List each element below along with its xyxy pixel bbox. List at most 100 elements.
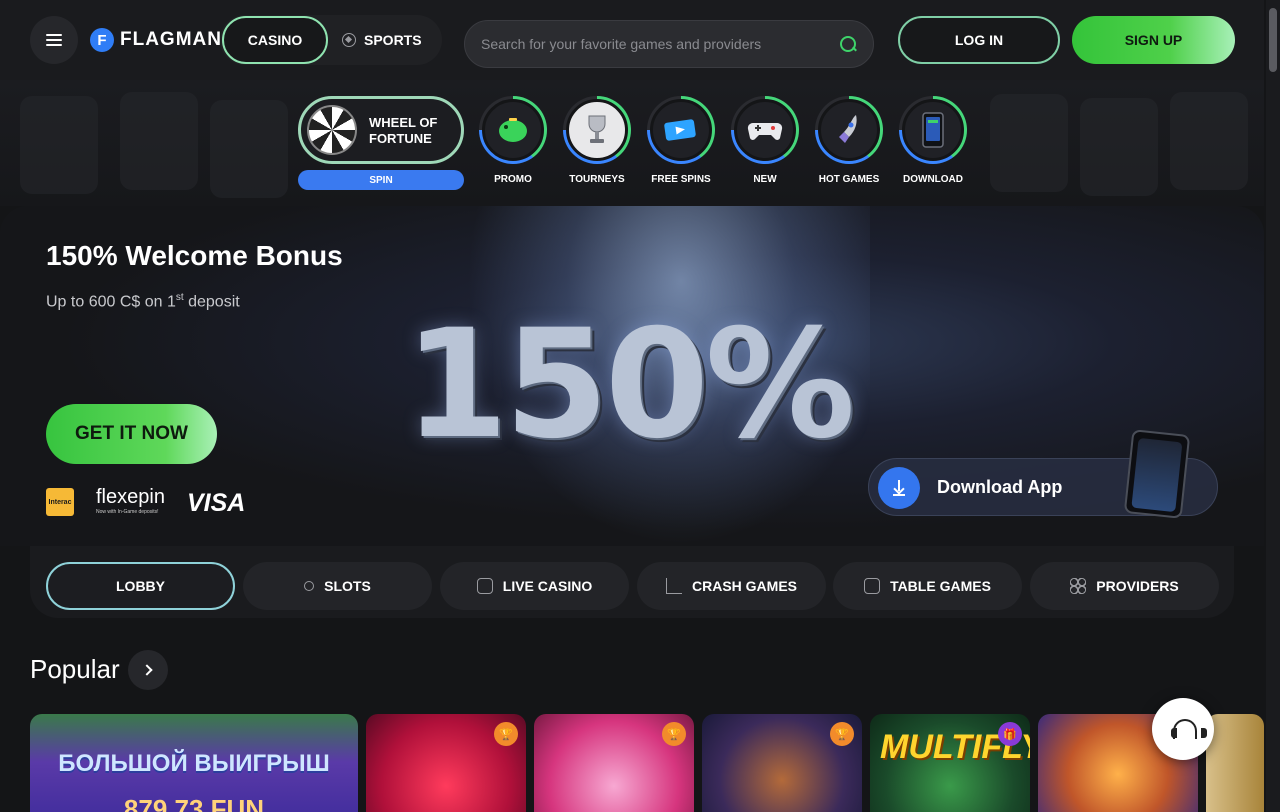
logo-text: FLAGMAN (120, 29, 222, 50)
quick-link-label: DOWNLOAD (903, 174, 963, 185)
category-slots[interactable]: SLOTS (243, 562, 432, 610)
search-bar (464, 20, 874, 68)
subtitle-prefix: Up to 600 C$ on 1 (46, 293, 176, 311)
game-card[interactable]: 🏆 (534, 714, 694, 812)
welcome-bonus-banner[interactable]: 150% Welcome Bonus Up to 600 C$ on 1st d… (0, 206, 1264, 546)
search-input[interactable] (481, 36, 839, 52)
spin-button[interactable]: SPIN (298, 170, 464, 190)
game-card[interactable]: БОЛЬШОЙ ВЫИГРЫШ 879.73 FUN (30, 714, 358, 812)
category-label: SLOTS (324, 578, 371, 594)
game-card[interactable]: MULTIFLY! 🎁 (870, 714, 1030, 812)
category-label: CRASH GAMES (691, 578, 797, 594)
interac-logo: Interac (46, 488, 74, 516)
mode-switch: CASINO SPORTS (220, 15, 442, 65)
subtitle-suffix: deposit (183, 293, 240, 311)
dice-icon (864, 578, 881, 594)
scrollbar-thumb[interactable] (1269, 8, 1277, 72)
gamepad-icon (747, 122, 783, 140)
ring-inner (902, 99, 964, 161)
ring (563, 96, 631, 164)
ring (815, 96, 883, 164)
popular-see-all-button[interactable] (128, 650, 168, 690)
hamburger-icon (46, 34, 62, 46)
category-lobby[interactable]: LOBBY (46, 562, 235, 610)
get-it-now-button[interactable]: GET IT NOW (46, 404, 217, 464)
quick-link-label: PROMO (494, 174, 532, 185)
category-table-games[interactable]: TABLE GAMES (833, 562, 1022, 610)
support-chat-button[interactable] (1152, 698, 1214, 760)
category-label: LIVE CASINO (502, 578, 593, 594)
wheel-of-fortune[interactable]: WHEEL OF FORTUNE (298, 96, 464, 164)
live-icon (476, 578, 493, 594)
background-game-tile (1170, 92, 1248, 190)
flexepin-logo: flexepin (96, 486, 165, 508)
headset-icon (1171, 717, 1207, 741)
sports-label: SPORTS (364, 32, 422, 48)
logo[interactable]: F FLAGMAN (90, 28, 222, 52)
category-providers[interactable]: PROVIDERS (1030, 562, 1219, 610)
login-button[interactable]: LOG IN (898, 16, 1060, 64)
ring (647, 96, 715, 164)
game-card-title: БОЛЬШОЙ ВЫИГРЫШ (58, 750, 330, 777)
game-card[interactable]: 🏆 (702, 714, 862, 812)
ring-inner (650, 99, 712, 161)
trophy-badge-icon: 🏆 (830, 722, 854, 746)
casino-tab[interactable]: CASINO (222, 16, 328, 64)
quick-link-label: HOT GAMES (818, 174, 880, 185)
ring-inner (566, 99, 628, 161)
category-live-casino[interactable]: LIVE CASINO (440, 562, 629, 610)
category-crash-games[interactable]: CRASH GAMES (637, 562, 826, 610)
ring-inner (818, 99, 880, 161)
trophy-icon (588, 115, 606, 143)
wheel-label: WHEEL OF FORTUNE (369, 115, 438, 146)
category-label: LOBBY (116, 578, 165, 594)
banner-percent-graphic: 150% (404, 298, 855, 472)
quick-link-promo[interactable]: PROMO (473, 96, 553, 192)
quick-link-new[interactable]: NEW (725, 96, 805, 192)
background-game-tile (990, 94, 1068, 192)
grid-icon (1070, 578, 1087, 594)
quick-link-hot-games[interactable]: HOT GAMES (809, 96, 889, 192)
ring-inner (734, 99, 796, 161)
popular-title: Popular (30, 654, 120, 684)
quick-link-download[interactable]: DOWNLOAD (893, 96, 973, 192)
download-icon (878, 467, 920, 509)
gift-badge-icon: 🎁 (998, 722, 1022, 746)
rocket-icon (839, 115, 857, 143)
sports-tab[interactable]: SPORTS (342, 16, 438, 64)
flagman-logo-icon: F (90, 28, 114, 52)
game-card[interactable]: 🏆 (366, 714, 526, 812)
download-app-label: Download App (937, 477, 1063, 497)
trophy-badge-icon: 🏆 (494, 722, 518, 746)
quick-link-label: NEW (753, 174, 777, 185)
ticket-icon (664, 119, 696, 141)
menu-button[interactable] (30, 16, 78, 64)
ring-inner (482, 99, 544, 161)
game-card[interactable] (1206, 714, 1264, 812)
chevron-right-icon (140, 664, 153, 676)
chart-icon (665, 578, 682, 594)
quick-link-label: TOURNEYS (569, 174, 625, 185)
background-game-tile (1080, 98, 1158, 196)
game-card-amount: 879.73 FUN (123, 794, 265, 812)
flexepin-tagline: Now with In-Game deposits! (96, 509, 159, 515)
page-scrollbar[interactable] (1266, 0, 1280, 812)
signup-button[interactable]: SIGN UP (1072, 16, 1235, 64)
fortune-wheel-icon (307, 105, 357, 155)
quick-link-label: FREE SPINS (651, 174, 711, 185)
piggy-bank-icon (499, 118, 527, 142)
ring (479, 96, 547, 164)
quick-link-tourneys[interactable]: TOURNEYS (557, 96, 637, 192)
banner-subtitle: Up to 600 C$ on 1st deposit (46, 292, 240, 311)
top-header: F FLAGMAN CASINO SPORTS LOG IN SIGN UP (0, 0, 1264, 80)
search-icon[interactable] (839, 35, 857, 53)
background-game-tile (210, 100, 288, 198)
banner-title: 150% Welcome Bonus (46, 240, 343, 271)
subtitle-sup: st (175, 292, 184, 303)
ring (899, 96, 967, 164)
ring (731, 96, 799, 164)
phone-icon (922, 112, 944, 148)
visa-logo: VISA (187, 489, 246, 517)
background-game-tile (120, 92, 198, 190)
quick-link-free-spins[interactable]: FREE SPINS (641, 96, 721, 192)
